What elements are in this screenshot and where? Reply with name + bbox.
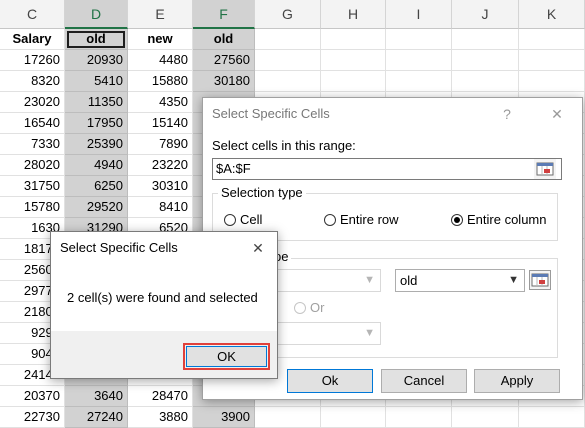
- table-cell[interactable]: 16540: [0, 113, 65, 134]
- table-cell[interactable]: 7330: [0, 134, 65, 155]
- table-cell[interactable]: 25390: [65, 134, 128, 155]
- table-cell[interactable]: 3880: [128, 407, 193, 428]
- table-cell[interactable]: [519, 50, 585, 71]
- table-cell[interactable]: 5410: [65, 71, 128, 92]
- radio-cell-label: Cell: [240, 212, 263, 227]
- table-cell[interactable]: 4350: [128, 92, 193, 113]
- table-cell[interactable]: [452, 407, 519, 428]
- selection-type-label: Selection type: [218, 185, 306, 200]
- table-cell[interactable]: 15140: [128, 113, 193, 134]
- dialog-title: Select Specific Cells: [212, 106, 330, 121]
- criteria-range-button[interactable]: [529, 270, 551, 290]
- message-text: 2 cell(s) were found and selected: [67, 290, 258, 305]
- chevron-down-icon: ▼: [364, 327, 375, 339]
- cancel-button[interactable]: Cancel: [381, 369, 467, 393]
- table-cell[interactable]: 29520: [65, 197, 128, 218]
- column-header-f[interactable]: F: [193, 0, 255, 29]
- criteria-operator-2: ▼: [271, 322, 381, 345]
- range-picker-icon: [531, 273, 549, 287]
- table-cell[interactable]: [321, 407, 386, 428]
- range-label: Select cells in this range:: [212, 138, 356, 153]
- header-cell[interactable]: Salary: [0, 29, 65, 50]
- criteria-value-text: old: [400, 273, 418, 288]
- radio-entire-row-label: Entire row: [340, 212, 399, 227]
- column-header-h[interactable]: H: [321, 0, 386, 29]
- table-cell[interactable]: [386, 407, 452, 428]
- column-header-c[interactable]: C: [0, 0, 65, 29]
- column-header-e[interactable]: E: [128, 0, 193, 29]
- table-cell[interactable]: 4940: [65, 155, 128, 176]
- chevron-down-icon: ▼: [508, 274, 519, 286]
- header-cell[interactable]: new: [128, 29, 193, 50]
- message-ok-button[interactable]: OK: [186, 346, 267, 367]
- table-cell[interactable]: [452, 71, 519, 92]
- criteria-value-1[interactable]: old ▼: [395, 269, 525, 292]
- table-cell[interactable]: [386, 50, 452, 71]
- chevron-down-icon: ▼: [364, 274, 375, 286]
- table-cell[interactable]: 17950: [65, 113, 128, 134]
- close-icon[interactable]: ✕: [243, 232, 273, 264]
- table-cell[interactable]: 7890: [128, 134, 193, 155]
- radio-entire-column-label: Entire column: [467, 212, 547, 227]
- result-message-box: Select Specific Cells ✕ 2 cell(s) were f…: [50, 231, 278, 379]
- help-icon[interactable]: ?: [492, 98, 522, 130]
- radio-entire-column[interactable]: [451, 214, 463, 226]
- active-cell-border: [67, 31, 125, 48]
- header-cell[interactable]: old: [193, 29, 255, 50]
- table-cell[interactable]: [519, 71, 585, 92]
- radio-or: [294, 302, 306, 314]
- radio-or-label: Or: [310, 300, 325, 315]
- table-cell[interactable]: 4480: [128, 50, 193, 71]
- table-cell[interactable]: [452, 50, 519, 71]
- column-header-k[interactable]: K: [519, 0, 585, 29]
- table-cell[interactable]: 30310: [128, 176, 193, 197]
- range-picker-icon: [536, 162, 554, 176]
- column-header-g[interactable]: G: [255, 0, 321, 29]
- range-select-button[interactable]: [534, 159, 556, 179]
- column-header-i[interactable]: I: [386, 0, 452, 29]
- table-cell[interactable]: 17260: [0, 50, 65, 71]
- column-header-j[interactable]: J: [452, 0, 519, 29]
- table-cell[interactable]: 15880: [128, 71, 193, 92]
- ok-button[interactable]: Ok: [287, 369, 373, 393]
- table-cell[interactable]: [255, 71, 321, 92]
- table-cell[interactable]: 11350: [65, 92, 128, 113]
- table-cell[interactable]: [321, 50, 386, 71]
- column-header-d[interactable]: D: [65, 0, 128, 29]
- table-cell[interactable]: [321, 71, 386, 92]
- table-cell[interactable]: [386, 71, 452, 92]
- table-cell[interactable]: 8320: [0, 71, 65, 92]
- radio-entire-row[interactable]: [324, 214, 336, 226]
- range-input[interactable]: $A:$F: [212, 158, 562, 180]
- table-cell[interactable]: 20930: [65, 50, 128, 71]
- table-cell[interactable]: [255, 50, 321, 71]
- table-cell[interactable]: 23020: [0, 92, 65, 113]
- header-cell[interactable]: [321, 29, 386, 50]
- close-icon[interactable]: ✕: [542, 98, 572, 130]
- table-cell[interactable]: 8410: [128, 197, 193, 218]
- table-cell[interactable]: [255, 407, 321, 428]
- header-cell[interactable]: [386, 29, 452, 50]
- table-cell[interactable]: 3640: [65, 386, 128, 407]
- table-cell[interactable]: 30180: [193, 71, 255, 92]
- table-cell[interactable]: 6250: [65, 176, 128, 197]
- table-cell[interactable]: 20370: [0, 386, 65, 407]
- criteria-operator-1: ▼: [271, 269, 381, 292]
- radio-cell[interactable]: [224, 214, 236, 226]
- table-cell[interactable]: 15780: [0, 197, 65, 218]
- table-cell[interactable]: [519, 407, 585, 428]
- table-cell[interactable]: 28020: [0, 155, 65, 176]
- header-cell[interactable]: [255, 29, 321, 50]
- apply-button[interactable]: Apply: [474, 369, 560, 393]
- header-cell[interactable]: [519, 29, 585, 50]
- header-cell[interactable]: [452, 29, 519, 50]
- table-cell[interactable]: 3900: [193, 407, 255, 428]
- table-cell[interactable]: 22730: [0, 407, 65, 428]
- table-cell[interactable]: 31750: [0, 176, 65, 197]
- table-cell[interactable]: 28470: [128, 386, 193, 407]
- table-cell[interactable]: 27560: [193, 50, 255, 71]
- table-cell[interactable]: 27240: [65, 407, 128, 428]
- table-cell[interactable]: 23220: [128, 155, 193, 176]
